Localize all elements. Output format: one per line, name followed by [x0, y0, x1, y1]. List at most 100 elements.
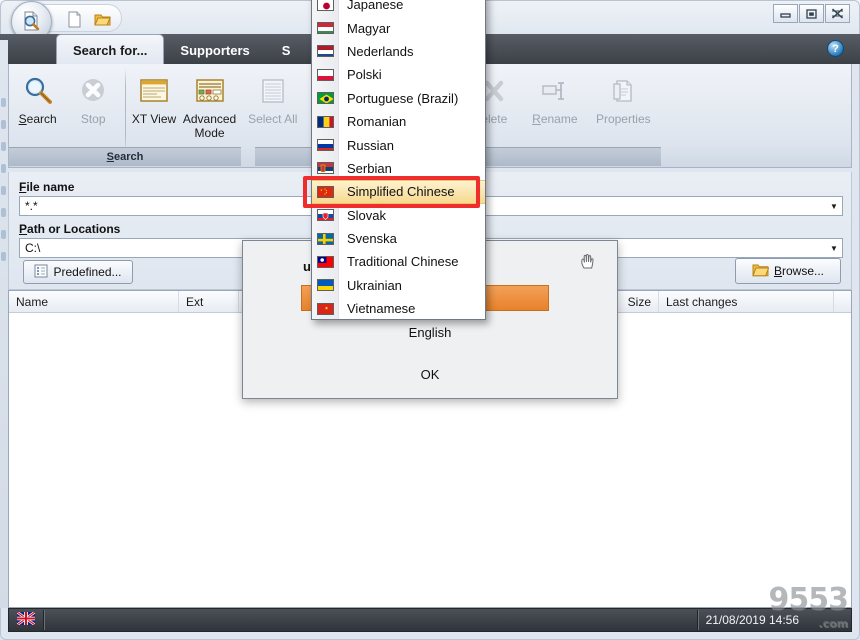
open-folder-icon — [752, 262, 770, 280]
predefined-button-label: Predefined... — [53, 265, 122, 279]
ro-flag-icon — [317, 115, 334, 128]
dropdown-item-label: Nederlands — [347, 43, 414, 59]
tab-supporters[interactable]: Supporters — [164, 34, 265, 64]
uk-flag-icon — [16, 610, 36, 628]
properties-button-label: Properties — [595, 112, 651, 126]
dropdown-item-label: Svenska — [347, 231, 397, 247]
vn-flag-icon — [317, 302, 334, 315]
minimize-button[interactable] — [773, 4, 798, 23]
dropdown-item-traditional-chinese[interactable]: Traditional Chinese — [312, 250, 485, 273]
dropdown-item-romanian[interactable]: Romanian — [312, 110, 485, 133]
nl-flag-icon — [317, 45, 334, 58]
hu-flag-icon — [317, 22, 334, 35]
jp-flag-icon — [317, 0, 334, 11]
list-lines-icon — [258, 74, 288, 108]
ok-button[interactable]: OK — [243, 367, 617, 382]
column-header-ext[interactable]: Ext — [179, 291, 239, 312]
dropdown-item-label: Portuguese (Brazil) — [347, 90, 459, 106]
dropdown-item-label: Vietnamese — [347, 301, 416, 317]
dropdown-item-label: Slovak — [347, 207, 387, 223]
select-all-button-label: Select All — [248, 112, 298, 126]
dropdown-item-russian[interactable]: Russian — [312, 133, 485, 156]
column-header-last-changes[interactable]: Last changes — [659, 291, 834, 312]
chevron-down-icon[interactable]: ▼ — [826, 202, 842, 211]
watermark: 9553 .com — [768, 582, 849, 630]
advanced-mode-button[interactable]: Advanced Mode — [178, 68, 241, 140]
rename-icon — [540, 74, 570, 108]
window-controls — [772, 4, 850, 23]
dropdown-item-label: Russian — [347, 137, 394, 153]
stop-circle-icon — [77, 74, 109, 108]
tw-flag-icon — [317, 255, 334, 268]
help-icon[interactable]: ? — [827, 40, 844, 57]
se-flag-icon — [317, 232, 334, 245]
dropdown-item-vietnamese[interactable]: Vietnamese — [312, 297, 485, 319]
hand-cursor-icon — [577, 251, 599, 273]
column-header-name[interactable]: Name — [9, 291, 179, 312]
browse-button-label: Browse... — [773, 264, 825, 278]
xt-view-button-label: XT View — [131, 112, 177, 126]
cn-flag-icon — [317, 185, 334, 198]
left-rail — [0, 40, 8, 608]
dropdown-item-svenska[interactable]: Svenska — [312, 227, 485, 250]
dropdown-item-simplified-chinese[interactable]: Simplified Chinese — [312, 180, 485, 204]
chevron-down-icon[interactable]: ▼ — [826, 244, 842, 253]
tab-settings[interactable]: S — [266, 34, 307, 64]
properties-icon — [608, 74, 638, 108]
close-button[interactable] — [825, 4, 850, 23]
dropdown-item-label: Serbian — [347, 160, 392, 176]
dropdown-item-portuguese-brazil[interactable]: Portuguese (Brazil) — [312, 87, 485, 110]
ua-flag-icon — [317, 279, 334, 292]
search-button-label: Search — [18, 112, 57, 126]
dropdown-items: Japanese Magyar Nederlands Polski Portuguese… — [312, 0, 485, 319]
dropdown-item-label: Polski — [347, 67, 382, 83]
rename-button-label: Rename — [532, 112, 578, 126]
dropdown-item-label: Magyar — [347, 20, 391, 36]
dropdown-item-magyar[interactable]: Magyar — [312, 16, 485, 39]
dropdown-item-label: Simplified Chinese — [347, 184, 455, 200]
stop-button[interactable]: Stop — [66, 68, 120, 126]
path-label: Path or Locations — [19, 222, 121, 236]
properties-button[interactable]: Properties — [586, 68, 661, 126]
tab-search-for[interactable]: Search for... — [56, 34, 165, 64]
browse-button[interactable]: Browse... — [735, 258, 841, 284]
language-dropdown-list[interactable]: Japanese Magyar Nederlands Polski Portuguese… — [311, 0, 486, 320]
stop-button-label: Stop — [80, 112, 106, 126]
magnifier-icon — [22, 74, 54, 108]
list-icon — [34, 264, 48, 281]
dropdown-item-serbian[interactable]: Serbian — [312, 157, 485, 180]
dropdown-item-label: Japanese — [347, 0, 404, 13]
pl-flag-icon — [317, 68, 334, 81]
maximize-button[interactable] — [799, 4, 824, 23]
status-language-cell[interactable] — [9, 608, 43, 632]
xt-view-button[interactable]: XT View — [130, 68, 178, 126]
dropdown-item-polski[interactable]: Polski — [312, 63, 485, 86]
dropdown-item-label: Ukrainian — [347, 277, 402, 293]
predefined-button[interactable]: Predefined... — [23, 260, 133, 284]
dropdown-item-ukrainian[interactable]: Ukrainian — [312, 274, 485, 297]
xt-view-icon — [139, 74, 169, 108]
advanced-mode-button-label: Advanced Mode — [182, 112, 237, 140]
advanced-mode-icon — [195, 74, 225, 108]
ribbon-group-search: Search Stop XT View Advanced Mode S earc… — [9, 64, 241, 166]
br-flag-icon — [317, 92, 334, 105]
status-message — [44, 608, 697, 632]
dropdown-item-label: Traditional Chinese — [347, 254, 459, 270]
rename-button[interactable]: Rename — [524, 68, 586, 126]
search-button[interactable]: Search — [9, 68, 66, 126]
file-name-label: File name — [19, 180, 75, 194]
sk-flag-icon — [317, 209, 334, 222]
rs-flag-icon — [317, 162, 334, 175]
application-window: Search for... Supporters S ut... ? — [0, 0, 860, 640]
select-all-button[interactable]: Select All — [241, 68, 305, 126]
current-language-text: English — [408, 325, 452, 340]
dropdown-item-label: Romanian — [347, 114, 407, 130]
dropdown-item-nederlands[interactable]: Nederlands — [312, 40, 485, 63]
open-folder-icon[interactable] — [93, 10, 112, 29]
status-bar: 21/08/2019 14:56 — [8, 608, 852, 632]
dropdown-item-japanese[interactable]: Japanese — [312, 0, 485, 16]
ribbon-group-search-label: Search — [9, 147, 241, 166]
new-document-icon[interactable] — [65, 10, 84, 29]
ru-flag-icon — [317, 139, 334, 152]
dropdown-item-slovak[interactable]: Slovak — [312, 204, 485, 227]
